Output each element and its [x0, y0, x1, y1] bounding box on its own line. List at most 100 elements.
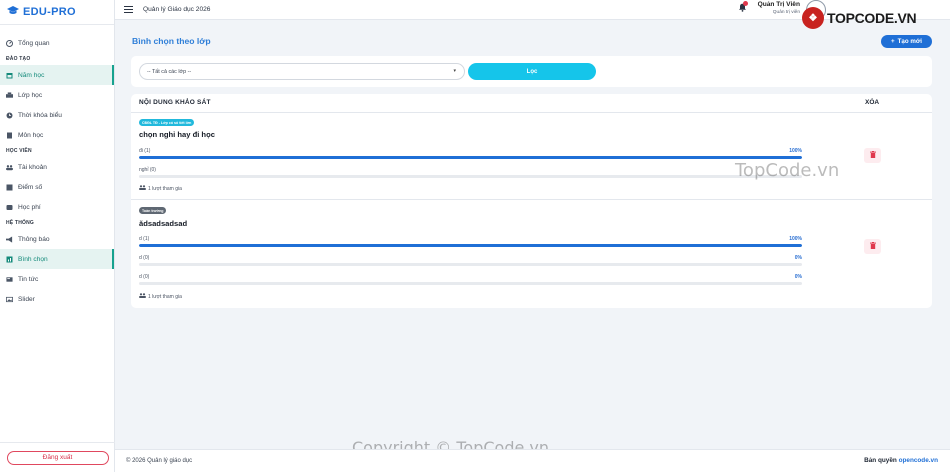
- sidebar-item-polls[interactable]: Bình chọn: [0, 249, 114, 269]
- option-label: nghỉ (0): [139, 167, 156, 173]
- topcode-logo-text: TOPCODE.VN: [827, 10, 917, 26]
- sidebar-item-label: Bình chọn: [18, 255, 48, 263]
- option-percent: 0%: [794, 274, 802, 280]
- option-label: d (0): [139, 274, 150, 280]
- class-icon: [6, 91, 13, 99]
- sidebar-item-label: Thông báo: [18, 235, 50, 243]
- sidebar-item-accounts[interactable]: Tài khoản: [0, 157, 114, 177]
- page-title: Bình chọn theo lớp: [132, 36, 211, 46]
- participant-count: 1 lượt tham gia: [139, 185, 182, 192]
- participant-count: 1 lượt tham gia: [139, 293, 182, 300]
- sidebar-section-system: HỆ THỐNG: [6, 220, 34, 226]
- sidebar-item-label: Môn học: [18, 131, 44, 139]
- poll-question: ădsadsadsad: [139, 219, 188, 228]
- sidebar: EDU-PRO Tổng quan ĐÀO TẠO Năm học Lớp họ…: [0, 0, 115, 472]
- trash-icon: [869, 242, 876, 251]
- image-icon: [6, 296, 13, 303]
- clock-icon: [6, 112, 13, 119]
- sidebar-item-label: Tổng quan: [18, 39, 50, 47]
- user-info[interactable]: Quản Trị Viên Quản trị viên: [752, 1, 800, 15]
- sidebar-nav: Tổng quan ĐÀO TẠO Năm học Lớp học Thời k…: [0, 25, 114, 309]
- graduation-cap-icon: [7, 5, 19, 19]
- option-progress: [139, 175, 802, 178]
- option-label: d (1): [139, 236, 150, 242]
- sidebar-item-tuition[interactable]: Học phí: [0, 197, 114, 217]
- sidebar-section-students: HỌC VIÊN: [6, 148, 32, 154]
- participant-count-label: 1 lượt tham gia: [148, 293, 182, 300]
- book-icon: [6, 132, 13, 139]
- news-icon: [6, 276, 13, 283]
- poll-question: chọn nghỉ hay đi học: [139, 130, 215, 139]
- class-badge: CĐĐL TĐ - Lớp có số tiết lớn: [139, 119, 195, 126]
- score-icon: [6, 184, 13, 191]
- logout-button[interactable]: Đăng xuất: [6, 450, 109, 465]
- footer-rights-prefix: Bản quyền: [864, 457, 897, 464]
- sidebar-item-label: Học phí: [18, 203, 41, 211]
- column-header-delete: XÓA: [865, 99, 880, 106]
- option-progress: [139, 263, 802, 266]
- table-row: Toàn trường ădsadsadsad d (1) 100% d (0)…: [131, 200, 932, 308]
- sidebar-item-classes[interactable]: Lớp học: [0, 85, 114, 105]
- users-icon: [139, 185, 146, 192]
- option-progress-fill: [139, 244, 802, 247]
- sidebar-item-dashboard[interactable]: Tổng quan: [0, 33, 114, 53]
- sidebar-item-label: Thời khóa biểu: [18, 111, 62, 119]
- poll-table: NỘI DUNG KHẢO SÁT XÓA CĐĐL TĐ - Lớp có s…: [131, 94, 932, 308]
- bell-icon[interactable]: [738, 1, 748, 12]
- menu-toggle-icon[interactable]: [124, 5, 133, 14]
- participant-count-label: 1 lượt tham gia: [148, 185, 182, 192]
- trash-icon: [869, 151, 876, 160]
- sidebar-item-label: Lớp học: [18, 91, 43, 99]
- delete-button[interactable]: [864, 148, 881, 163]
- notification-dot: [743, 1, 748, 6]
- sidebar-item-label: Tin tức: [18, 275, 39, 283]
- sidebar-item-label: Tài khoản: [18, 163, 47, 171]
- sidebar-item-school-year[interactable]: Năm học: [0, 65, 114, 85]
- footer-rights: Bản quyền opencode.vn: [864, 457, 938, 464]
- logout-area: Đăng xuất: [0, 442, 115, 472]
- sidebar-item-label: Điểm số: [18, 183, 43, 191]
- plus-icon: +: [891, 38, 895, 45]
- option-progress: [139, 156, 802, 159]
- footer-copyright: © 2026 Quản lý giáo dục: [126, 458, 193, 464]
- sidebar-item-subjects[interactable]: Môn học: [0, 125, 114, 145]
- sidebar-item-scores[interactable]: Điểm số: [0, 177, 114, 197]
- table-row: CĐĐL TĐ - Lớp có số tiết lớn chọn nghỉ h…: [131, 113, 932, 200]
- option-percent: 100%: [789, 148, 802, 154]
- option-progress: [139, 244, 802, 247]
- filter-button[interactable]: Lọc: [468, 63, 596, 80]
- sidebar-item-news[interactable]: Tin tức: [0, 269, 114, 289]
- option-percent: 100%: [789, 236, 802, 242]
- delete-button[interactable]: [864, 239, 881, 254]
- table-header: NỘI DUNG KHẢO SÁT XÓA: [131, 94, 932, 113]
- sidebar-section-training: ĐÀO TẠO: [6, 56, 31, 62]
- poll-icon: [6, 256, 13, 263]
- class-badge: Toàn trường: [139, 207, 167, 214]
- sidebar-item-notifications[interactable]: Thông báo: [0, 229, 114, 249]
- brand-name: EDU-PRO: [23, 6, 76, 18]
- sidebar-item-slider[interactable]: Slider: [0, 289, 114, 309]
- footer: © 2026 Quản lý giáo dục Bản quyền openco…: [115, 449, 950, 472]
- column-header-content: NỘI DUNG KHẢO SÁT: [139, 99, 211, 106]
- megaphone-icon: [6, 235, 13, 243]
- option-label: đi (1): [139, 148, 151, 154]
- brand[interactable]: EDU-PRO: [0, 0, 114, 24]
- app-title: Quản lý Giáo dục 2026: [143, 6, 211, 13]
- sidebar-item-label: Slider: [18, 295, 35, 303]
- class-select-value: -- Tất cả các lớp --: [147, 68, 192, 75]
- option-percent: 0%: [794, 255, 802, 261]
- users-icon: [139, 293, 146, 300]
- dashboard-icon: [6, 39, 13, 47]
- money-icon: [6, 204, 13, 211]
- sidebar-item-label: Năm học: [18, 71, 45, 79]
- footer-link[interactable]: opencode.vn: [899, 457, 938, 464]
- option-progress: [139, 282, 802, 285]
- users-icon: [6, 164, 13, 171]
- option-progress-fill: [139, 156, 802, 159]
- sidebar-item-timetable[interactable]: Thời khóa biểu: [0, 105, 114, 125]
- create-button[interactable]: + Tạo mới: [881, 35, 932, 48]
- calendar-icon: [6, 72, 13, 79]
- topcode-logo-icon: ❖: [802, 7, 824, 29]
- class-select[interactable]: -- Tất cả các lớp -- ▾: [139, 63, 465, 80]
- user-name: Quản Trị Viên: [757, 1, 800, 8]
